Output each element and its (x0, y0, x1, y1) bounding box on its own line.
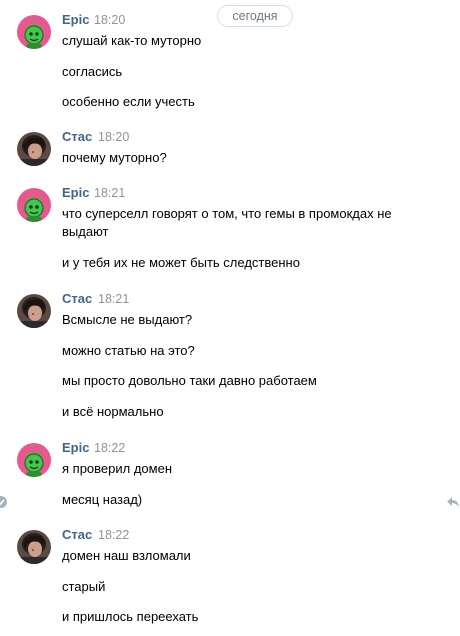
message-text: и у тебя их не может быть следственно (62, 255, 300, 270)
date-divider[interactable]: сегодня (217, 5, 293, 27)
message-time[interactable]: 18:20 (98, 130, 129, 144)
message-text: Всмысле не выдают? (62, 312, 193, 327)
author-name[interactable]: Стас (62, 129, 92, 144)
message-text: и всё нормально (62, 404, 164, 419)
brawl-character-avatar-icon (17, 15, 51, 49)
author-name[interactable]: Epic (62, 440, 89, 455)
message-text: я проверил домен (62, 461, 172, 476)
message-time[interactable]: 18:21 (98, 292, 129, 306)
avatar[interactable] (17, 443, 51, 477)
message-time[interactable]: 18:21 (94, 186, 125, 200)
author-name[interactable]: Стас (62, 291, 92, 306)
user-photo-avatar-icon (17, 530, 51, 564)
message-text: можно статью на это? (62, 343, 195, 358)
message-text: месяц назад) (62, 492, 143, 507)
message-text: слушай как-то муторно (62, 33, 202, 48)
message-time[interactable]: 18:22 (98, 528, 129, 542)
brawl-character-avatar-icon (17, 443, 51, 477)
message-text: особенно если учесть (62, 94, 195, 109)
author-name[interactable]: Стас (62, 527, 92, 542)
reply-arrow-icon (447, 497, 459, 507)
reply-button[interactable] (446, 495, 460, 513)
avatar[interactable] (17, 132, 51, 166)
avatar[interactable] (17, 294, 51, 328)
select-check-icon (0, 496, 7, 508)
message-time[interactable]: 18:22 (94, 441, 125, 455)
avatar[interactable] (17, 15, 51, 49)
brawl-character-avatar-icon (17, 188, 51, 222)
author-name[interactable]: Epic (62, 185, 89, 200)
user-photo-avatar-icon (17, 132, 51, 166)
message-text: старый (62, 579, 106, 594)
message-text: почему муторно? (62, 150, 167, 165)
avatar[interactable] (17, 188, 51, 222)
avatar[interactable] (17, 530, 51, 564)
select-message-button[interactable] (0, 495, 8, 514)
message-time[interactable]: 18:20 (94, 13, 125, 27)
message-text: мы просто довольно таки давно работаем (62, 373, 317, 388)
user-photo-avatar-icon (17, 294, 51, 328)
message-text: согласись (62, 64, 123, 79)
message-text: домен наш взломали (62, 548, 191, 563)
author-name[interactable]: Epic (62, 12, 89, 27)
message-text: и пришлось переехать (62, 609, 199, 624)
chat-history[interactable]: сегодня Epic 18:20 слушай как-то муторно… (0, 0, 460, 636)
message-text: что суперселл говорят о том, что гемы в … (62, 206, 392, 239)
